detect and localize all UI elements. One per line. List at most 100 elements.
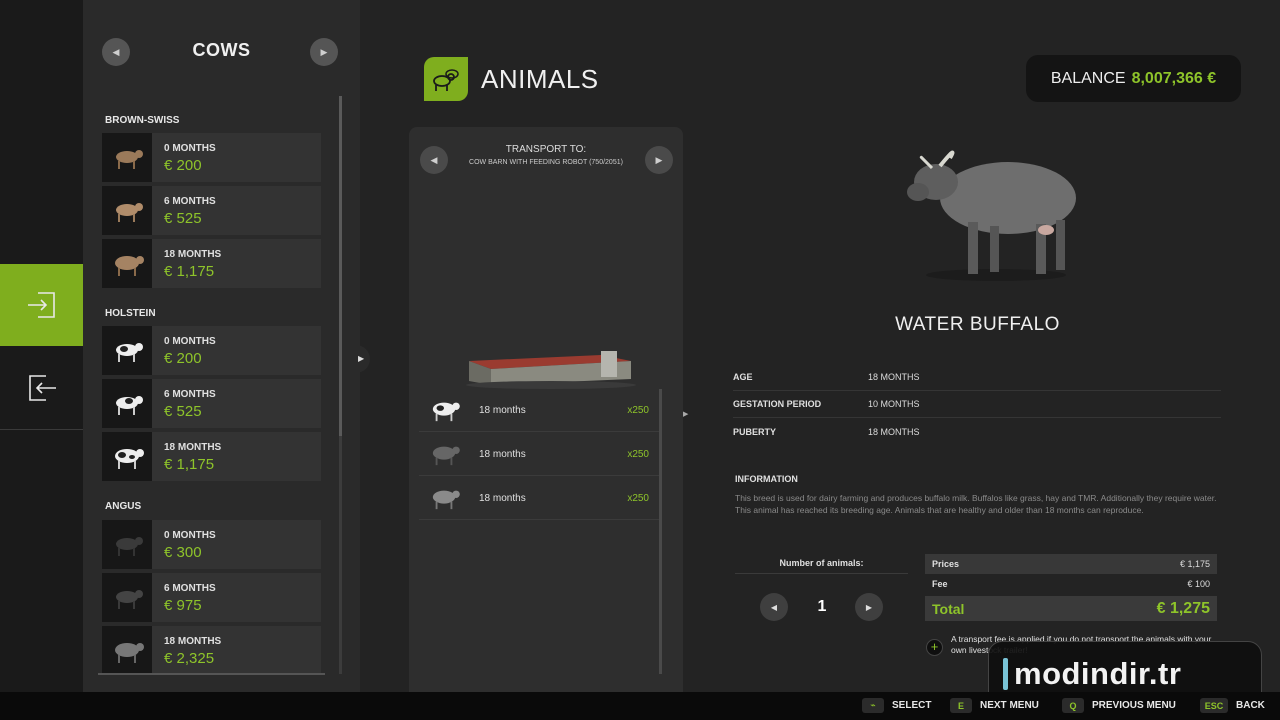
stat-row: AGE 18 MONTHS [733, 364, 1221, 391]
animal-age: 18 MONTHS [164, 249, 222, 260]
category-label: BROWN-SWISS [105, 115, 180, 126]
previous-menu-label: PREVIOUS MENU [1092, 700, 1176, 711]
transport-row[interactable]: 18 months x250 [419, 389, 659, 432]
transport-row-count: x250 [627, 404, 649, 416]
select-label: SELECT [892, 700, 932, 711]
animal-age: 6 MONTHS [164, 389, 216, 400]
animal-price: € 1,175 [164, 263, 215, 280]
animal-name: WATER BUFFALO [895, 314, 1060, 335]
barn-image [466, 351, 636, 389]
animal-item[interactable]: 6 MONTHS € 525 [102, 186, 321, 235]
cow-angus-icon [102, 573, 152, 622]
side-menu-strip [0, 0, 83, 692]
next-menu-action[interactable]: E NEXT MENU [950, 698, 1039, 713]
transport-row-label: 18 months [479, 404, 526, 416]
decrease-quantity-button[interactable]: ◀ [760, 593, 788, 621]
arrow-right-icon: ▶ [865, 602, 873, 612]
shop-header: ◀ COWS ▶ [83, 28, 360, 74]
animal-price: € 2,325 [164, 650, 215, 667]
animal-item[interactable]: 0 MONTHS € 300 [102, 520, 321, 569]
arrow-right-icon[interactable]: ▶ [683, 410, 688, 418]
total-value: € 1,275 [1156, 599, 1210, 617]
transport-label: TRANSPORT TO: [505, 144, 587, 155]
cow-grey-icon [419, 485, 469, 511]
information-text: This breed is used for dairy farming and… [735, 493, 1217, 515]
animal-age: 6 MONTHS [164, 583, 216, 594]
number-of-animals-label: Number of animals: [779, 558, 864, 568]
stat-value: 18 MONTHS [868, 372, 920, 382]
animal-item[interactable]: 0 MONTHS € 200 [102, 326, 321, 375]
stat-value: 10 MONTHS [868, 399, 920, 409]
animal-age: 0 MONTHS [164, 336, 216, 347]
total-label: Total [932, 600, 965, 617]
shop-scrollbar-thumb[interactable] [339, 96, 342, 436]
animal-price: € 300 [164, 544, 202, 561]
cow-angus-icon [102, 520, 152, 569]
animal-item[interactable]: 6 MONTHS € 525 [102, 379, 321, 428]
animal-price: € 975 [164, 597, 202, 614]
cow-holstein-icon [102, 326, 152, 375]
total-row: Total € 1,275 [925, 596, 1217, 621]
stat-label: PUBERTY [733, 426, 777, 437]
footer-bar: ⌁ SELECT E NEXT MENU Q PREVIOUS MENU ESC… [0, 692, 1280, 720]
cow-holstein-icon [102, 432, 152, 481]
transport-row[interactable]: 18 months x250 [419, 477, 659, 520]
cow-brown-icon [102, 133, 152, 182]
animal-shop-panel: ◀ COWS ▶ BROWN-SWISS 0 MONTHS € 200 6 MON… [83, 0, 360, 692]
strip-divider [0, 429, 83, 430]
animal-item[interactable]: 18 MONTHS € 1,175 [102, 239, 321, 288]
side-tab-buy[interactable] [0, 264, 83, 346]
previous-menu-action[interactable]: Q PREVIOUS MENU [1062, 698, 1176, 713]
arrow-right-icon: ▶ [655, 154, 663, 165]
fee-label: Fee [932, 579, 948, 589]
watermark-bar [1003, 657, 1008, 690]
increase-quantity-button[interactable]: ▶ [855, 593, 883, 621]
back-action[interactable]: ESC BACK [1200, 698, 1265, 713]
page-title: ANIMALS [481, 64, 599, 94]
animal-price: € 200 [164, 157, 202, 174]
balance-display: BALANCE 8,007,366 € [1026, 55, 1241, 102]
quantity-value: 1 [817, 598, 827, 615]
arrow-right-icon: ▶ [320, 46, 328, 57]
prev-category-button[interactable]: ◀ [102, 38, 130, 66]
prices-label: Prices [932, 559, 960, 569]
fee-value: € 100 [1187, 579, 1210, 589]
water-buffalo-image [907, 150, 1076, 281]
transport-panel: ◀ TRANSPORT TO: COW BARN WITH FEEDING RO… [409, 127, 683, 692]
prices-value: € 1,175 [1179, 559, 1210, 569]
animal-age: 0 MONTHS [164, 143, 216, 154]
transport-scrollbar[interactable] [659, 389, 662, 674]
animal-price: € 1,175 [164, 456, 215, 473]
cow-brown-icon [102, 239, 152, 288]
animal-item[interactable]: 0 MONTHS € 200 [102, 133, 321, 182]
watermark-text: modindir.tr [1014, 655, 1182, 691]
panel-toggle-button[interactable]: ▶ [350, 345, 370, 373]
stat-row: PUBERTY 18 MONTHS [733, 418, 1221, 445]
stat-value: 18 MONTHS [868, 426, 920, 437]
buffalo-icon [419, 441, 469, 467]
animals-header-icon [424, 57, 468, 101]
stat-label: AGE [733, 372, 753, 382]
animal-item[interactable]: 6 MONTHS € 975 [102, 573, 321, 622]
stat-row: GESTATION PERIOD 10 MONTHS [733, 391, 1221, 418]
cow-holstein-icon [102, 379, 152, 428]
key-esc: ESC [1200, 698, 1228, 713]
transport-row[interactable]: 18 months x250 [419, 433, 659, 476]
stat-label: GESTATION PERIOD [733, 399, 822, 409]
next-destination-button[interactable]: ▶ [645, 146, 673, 174]
side-tab-sell[interactable] [0, 347, 83, 429]
fee-row: Fee € 100 [925, 574, 1217, 594]
transport-row-count: x250 [627, 448, 649, 460]
next-category-button[interactable]: ▶ [310, 38, 338, 66]
plus-icon: + [926, 639, 943, 656]
enter-icon [27, 292, 55, 318]
animal-item[interactable]: 18 MONTHS € 2,325 [102, 626, 321, 675]
select-action[interactable]: ⌁ SELECT [862, 698, 931, 713]
animal-age: 18 MONTHS [164, 636, 222, 647]
animal-item[interactable]: 18 MONTHS € 1,175 [102, 432, 321, 481]
transport-row-count: x250 [627, 492, 649, 504]
transport-row-label: 18 months [479, 492, 526, 504]
back-label: BACK [1236, 700, 1265, 711]
animal-age: 0 MONTHS [164, 530, 216, 541]
category-label: HOLSTEIN [105, 308, 156, 319]
